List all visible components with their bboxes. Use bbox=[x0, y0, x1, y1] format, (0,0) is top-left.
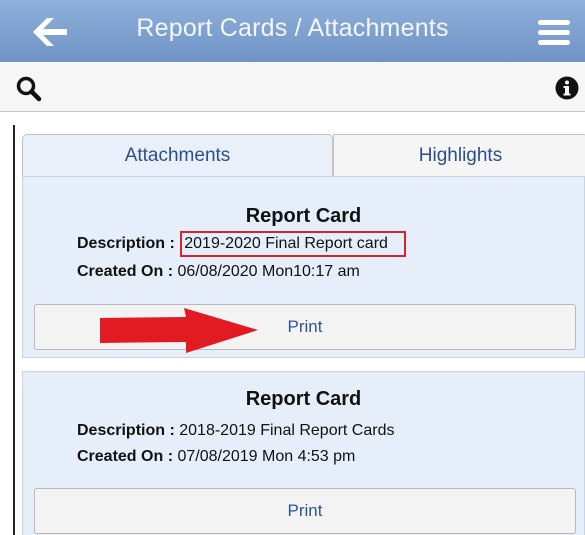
description-label: Description : bbox=[77, 422, 175, 439]
page-title: Report Cards / Attachments bbox=[136, 14, 449, 42]
card-title: Report Card bbox=[245, 388, 362, 410]
created-label: Created On : bbox=[77, 263, 174, 280]
created-label: Created On : bbox=[77, 448, 174, 465]
created-value: 07/08/2019 Mon 4:53 pm bbox=[177, 448, 356, 465]
description-highlight-box: 2019-2020 Final Report card bbox=[180, 231, 406, 257]
created-row: Created On : 06/08/2020 Mon10:17 am bbox=[77, 263, 360, 281]
tab-highlights[interactable]: Highlights bbox=[333, 134, 585, 177]
hamburger-menu-icon[interactable] bbox=[538, 20, 574, 46]
created-row: Created On : 07/08/2019 Mon 4:53 pm bbox=[77, 448, 355, 466]
description-value: 2018-2019 Final Report Cards bbox=[179, 422, 395, 439]
red-arrow-annotation bbox=[100, 308, 258, 353]
tab-bar: Attachments Highlights bbox=[22, 134, 585, 177]
search-icon[interactable] bbox=[16, 76, 42, 102]
card-title: Report Card bbox=[245, 205, 362, 227]
app-header: Report Cards / Attachments bbox=[0, 0, 585, 62]
created-value: 06/08/2020 Mon10:17 am bbox=[177, 263, 360, 280]
description-row: Description : 2018-2019 Final Report Car… bbox=[77, 422, 394, 440]
print-button[interactable]: Print bbox=[34, 488, 576, 534]
description-row: Description : 2019-2020 Final Report car… bbox=[77, 231, 406, 257]
info-icon[interactable] bbox=[555, 76, 579, 100]
toolbar bbox=[0, 62, 585, 112]
divider bbox=[13, 125, 15, 535]
description-value: 2019-2020 Final Report card bbox=[184, 235, 388, 252]
attachment-card: Report Card Description : 2018-2019 Fina… bbox=[22, 371, 585, 535]
tab-attachments[interactable]: Attachments bbox=[22, 134, 333, 177]
description-label: Description : bbox=[77, 235, 175, 252]
